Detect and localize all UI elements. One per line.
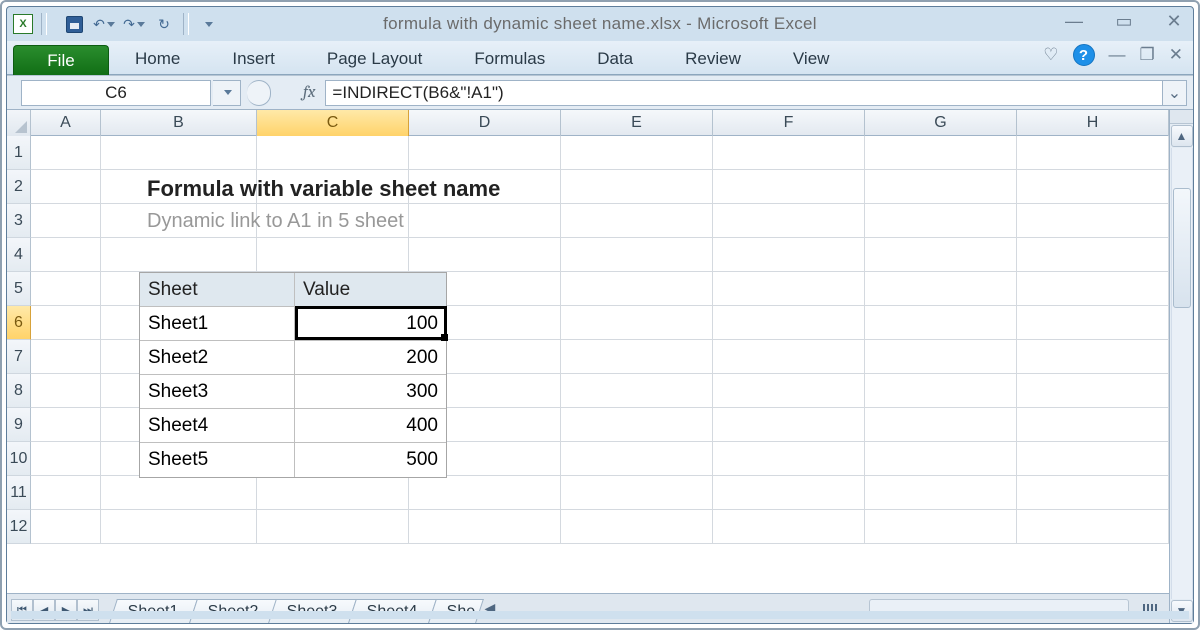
column-header-H[interactable]: H: [1017, 110, 1169, 136]
save-button[interactable]: [61, 12, 87, 36]
save-icon: [66, 16, 83, 33]
column-header-A[interactable]: A: [31, 110, 101, 136]
help-button[interactable]: ?: [1073, 44, 1095, 66]
tab-view[interactable]: View: [767, 44, 856, 74]
column-header-C[interactable]: C: [257, 110, 409, 136]
tab-data[interactable]: Data: [571, 44, 659, 74]
row-header-8[interactable]: 8: [7, 374, 31, 408]
undo-icon: ↶: [93, 16, 105, 33]
column-header-E[interactable]: E: [561, 110, 713, 136]
tab-review[interactable]: Review: [659, 44, 767, 74]
undo-button[interactable]: ↶: [91, 12, 117, 36]
tab-insert[interactable]: Insert: [206, 44, 301, 74]
ribbon-minimize-icon[interactable]: ♡: [1043, 45, 1058, 65]
row-header-12[interactable]: 12: [7, 510, 31, 544]
row-header-7[interactable]: 7: [7, 340, 31, 374]
row-header-11[interactable]: 11: [7, 476, 31, 510]
title-bar: X ↶ ↷ ↻ formula with dynamic sheet name.…: [7, 7, 1193, 41]
column-headers: ABCDEFGH: [7, 110, 1169, 136]
column-header-F[interactable]: F: [713, 110, 865, 136]
name-box-dropdown[interactable]: [213, 80, 241, 106]
workbook-restore-button[interactable]: ❐: [1140, 45, 1155, 65]
vertical-scrollbar[interactable]: ▲ ▼: [1169, 110, 1193, 623]
workbook-minimize-button[interactable]: —: [1109, 45, 1126, 65]
workbook-close-button[interactable]: ✕: [1169, 45, 1183, 65]
scroll-thumb[interactable]: [1173, 188, 1191, 308]
row-header-4[interactable]: 4: [7, 238, 31, 272]
row-header-6[interactable]: 6: [7, 306, 31, 340]
row-header-1[interactable]: 1: [7, 136, 31, 170]
cancel-formula-button[interactable]: [247, 80, 271, 106]
row-header-9[interactable]: 9: [7, 408, 31, 442]
excel-icon: X: [13, 14, 33, 34]
fx-label[interactable]: fx: [303, 83, 315, 102]
redo-button[interactable]: ↷: [121, 12, 147, 36]
qat-customize[interactable]: [195, 12, 221, 36]
maximize-button[interactable]: ▭: [1111, 11, 1137, 31]
chevron-down-icon: [205, 22, 213, 27]
refresh-button[interactable]: ↻: [151, 12, 177, 36]
row-header-5[interactable]: 5: [7, 272, 31, 306]
scroll-up-button[interactable]: ▲: [1171, 125, 1193, 147]
row-header-10[interactable]: 10: [7, 442, 31, 476]
chevron-down-icon: [224, 90, 232, 95]
minimize-button[interactable]: —: [1061, 11, 1087, 31]
tab-formulas[interactable]: Formulas: [448, 44, 571, 74]
column-header-G[interactable]: G: [865, 110, 1017, 136]
row-header-2[interactable]: 2: [7, 170, 31, 204]
formula-expand-button[interactable]: ⌄: [1163, 80, 1187, 106]
tab-home[interactable]: Home: [109, 44, 206, 74]
ribbon-tabs: File Home Insert Page Layout Formulas Da…: [7, 41, 1193, 75]
split-handle[interactable]: [1170, 110, 1193, 124]
grid-area[interactable]: 123456789101112 Formula with variable sh…: [7, 136, 1169, 593]
column-header-D[interactable]: D: [409, 110, 561, 136]
tab-page-layout[interactable]: Page Layout: [301, 44, 448, 74]
formula-input[interactable]: =INDIRECT(B6&"!A1"): [325, 80, 1163, 106]
name-box[interactable]: C6: [21, 80, 211, 106]
row-header-3[interactable]: 3: [7, 204, 31, 238]
file-tab[interactable]: File: [13, 45, 109, 75]
refresh-icon: ↻: [158, 16, 170, 33]
close-button[interactable]: ✕: [1161, 11, 1187, 31]
redo-icon: ↷: [123, 16, 135, 33]
formula-bar: C6 fx =INDIRECT(B6&"!A1") ⌄: [7, 76, 1193, 110]
select-all-cell[interactable]: [7, 110, 31, 136]
column-header-B[interactable]: B: [101, 110, 257, 136]
